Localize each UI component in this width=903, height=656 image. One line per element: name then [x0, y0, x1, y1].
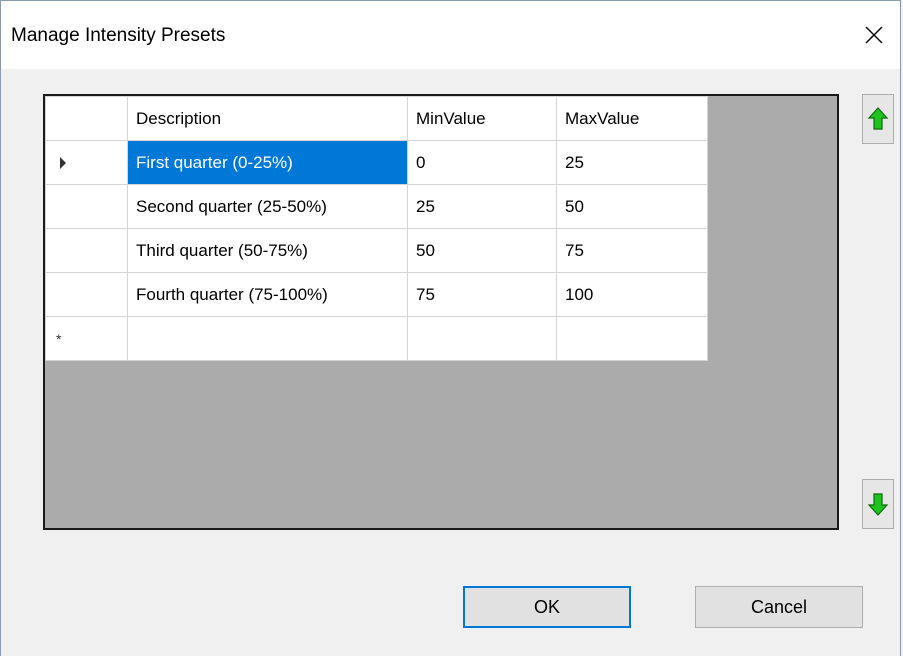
maxvalue-cell[interactable]: 75 — [556, 228, 708, 273]
close-button[interactable] — [848, 13, 900, 57]
description-cell[interactable]: Second quarter (25-50%) — [127, 184, 408, 229]
row-header-cell[interactable] — [45, 184, 128, 229]
move-up-button[interactable] — [862, 94, 894, 144]
dialog-window: Manage Intensity Presets Description Min… — [0, 0, 901, 656]
minvalue-cell[interactable]: 25 — [407, 184, 557, 229]
maxvalue-cell[interactable]: 100 — [556, 272, 708, 317]
new-row[interactable]: * — [45, 316, 708, 361]
cancel-button[interactable]: Cancel — [695, 586, 863, 628]
row-header-cell[interactable] — [45, 228, 128, 273]
column-header-minvalue[interactable]: MinValue — [407, 96, 557, 141]
table-row[interactable]: Second quarter (25-50%) 25 50 — [45, 184, 708, 229]
column-header-description[interactable]: Description — [127, 96, 408, 141]
minvalue-cell[interactable]: 50 — [407, 228, 557, 273]
maxvalue-cell[interactable]: 50 — [556, 184, 708, 229]
table-row[interactable]: Fourth quarter (75-100%) 75 100 — [45, 272, 708, 317]
table-row[interactable]: First quarter (0-25%) 0 25 — [45, 140, 708, 185]
maxvalue-cell[interactable]: 25 — [556, 140, 708, 185]
title-bar: Manage Intensity Presets — [1, 1, 900, 69]
close-icon — [865, 26, 883, 44]
current-row-triangle-icon — [60, 156, 66, 169]
header-row: Description MinValue MaxValue — [45, 96, 708, 141]
column-header-maxvalue[interactable]: MaxValue — [556, 96, 708, 141]
new-row-marker: * — [56, 330, 62, 347]
row-header-cell[interactable]: * — [45, 316, 128, 361]
presets-grid: Description MinValue MaxValue First quar… — [43, 94, 839, 530]
maxvalue-cell[interactable] — [556, 316, 708, 361]
window-title: Manage Intensity Presets — [11, 25, 226, 46]
corner-header-cell[interactable] — [45, 96, 128, 141]
presets-table: Description MinValue MaxValue First quar… — [45, 96, 708, 361]
description-cell[interactable]: Fourth quarter (75-100%) — [127, 272, 408, 317]
minvalue-cell[interactable] — [407, 316, 557, 361]
minvalue-cell[interactable]: 75 — [407, 272, 557, 317]
arrow-down-icon — [867, 493, 889, 516]
arrow-up-icon — [867, 107, 889, 130]
ok-button[interactable]: OK — [463, 586, 631, 628]
table-row[interactable]: Third quarter (50-75%) 50 75 — [45, 228, 708, 273]
description-cell[interactable] — [127, 316, 408, 361]
row-header-cell[interactable] — [45, 272, 128, 317]
minvalue-cell[interactable]: 0 — [407, 140, 557, 185]
row-header-cell[interactable] — [45, 140, 128, 185]
description-cell[interactable]: Third quarter (50-75%) — [127, 228, 408, 273]
move-down-button[interactable] — [862, 479, 894, 529]
description-cell[interactable]: First quarter (0-25%) — [127, 140, 408, 185]
